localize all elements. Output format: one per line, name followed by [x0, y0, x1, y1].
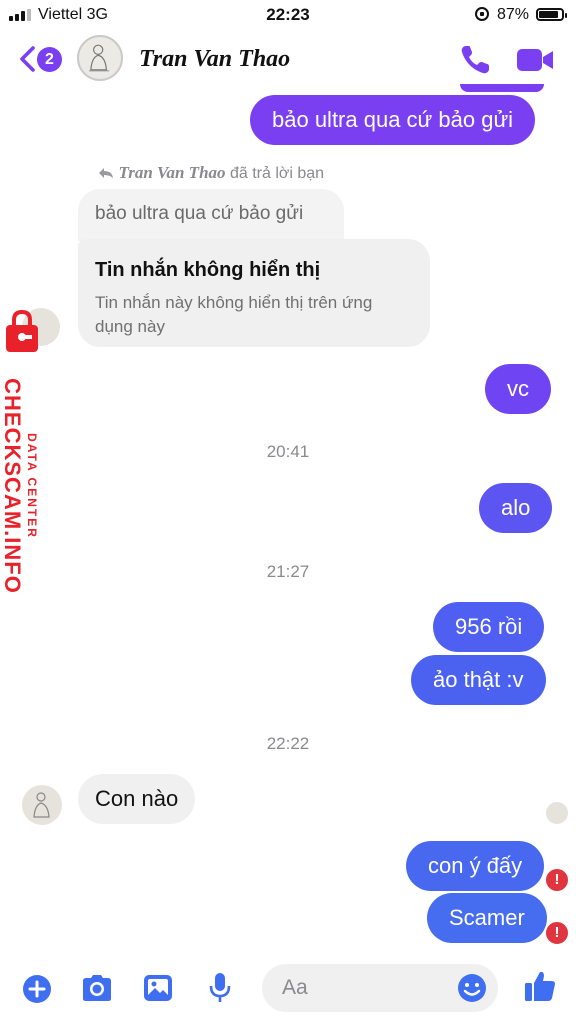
- avatar-sketch-icon: [89, 44, 110, 72]
- emoji-icon[interactable]: [457, 973, 487, 1003]
- status-bar: Viettel 3G 22:23 87%: [0, 0, 576, 30]
- unavailable-title: Tin nhắn không hiển thị: [95, 259, 321, 281]
- contact-avatar-small[interactable]: [22, 785, 62, 825]
- message-input[interactable]: Aa: [262, 964, 498, 1012]
- battery-percent: 87%: [497, 6, 530, 23]
- unread-badge[interactable]: 2: [37, 47, 62, 72]
- sent-message-bubble[interactable]: alo: [479, 483, 553, 533]
- sent-message-bubble[interactable]: vc: [485, 364, 551, 414]
- timestamp: 21:27: [266, 562, 310, 581]
- phone-icon[interactable]: [458, 43, 492, 77]
- sent-message-bubble[interactable]: con ý đấy: [406, 841, 545, 891]
- reply-note-name: Tran Van Thao: [118, 163, 226, 182]
- battery-icon: [536, 8, 567, 21]
- unavailable-description: Tin nhắn này không hiển thị trên ứng dụn…: [95, 293, 373, 336]
- microphone-icon[interactable]: [207, 971, 233, 1005]
- seen-indicator-avatar: [546, 802, 568, 824]
- timestamp: 22:22: [266, 734, 310, 753]
- reply-note-text: đã trả lời bạn: [225, 165, 325, 182]
- unavailable-message-card[interactable]: Tin nhắn không hiển thị Tin nhắn này khô…: [78, 239, 430, 347]
- gallery-icon[interactable]: [142, 973, 174, 1003]
- contact-name[interactable]: Tran Van Thao: [139, 46, 290, 73]
- avatar-sketch-icon: [33, 792, 50, 818]
- send-failed-icon[interactable]: !: [544, 920, 570, 946]
- thumbs-up-icon[interactable]: [522, 968, 558, 1004]
- quoted-message[interactable]: bảo ultra qua cứ bảo gửi: [78, 189, 344, 241]
- received-message-bubble[interactable]: Con nào: [78, 774, 196, 824]
- plus-icon[interactable]: [22, 974, 52, 1004]
- timestamp: 20:41: [266, 442, 310, 461]
- send-failed-icon[interactable]: !: [544, 867, 570, 893]
- watermark-lock-icon: [6, 309, 38, 352]
- contact-avatar[interactable]: [77, 35, 123, 81]
- previous-message-edge: [460, 84, 544, 92]
- message-composer: Aa: [0, 958, 576, 1024]
- sent-message-bubble[interactable]: 956 rồi: [433, 602, 545, 652]
- sent-message-bubble[interactable]: ảo thật :v: [411, 655, 546, 705]
- orientation-lock-icon: [475, 7, 489, 21]
- sent-message-bubble[interactable]: bảo ultra qua cứ bảo gửi: [250, 95, 536, 145]
- clock: 22:23: [266, 5, 310, 24]
- sent-message-bubble[interactable]: Scamer: [427, 893, 547, 943]
- reply-arrow-icon: [99, 168, 113, 178]
- chat-header: 2 Tran Van Thao: [0, 30, 576, 88]
- message-input-placeholder: Aa: [282, 976, 308, 999]
- reply-indicator: Tran Van Thao đã trả lời bạn: [98, 163, 324, 183]
- camera-icon[interactable]: [80, 973, 114, 1003]
- video-call-icon[interactable]: [515, 45, 555, 75]
